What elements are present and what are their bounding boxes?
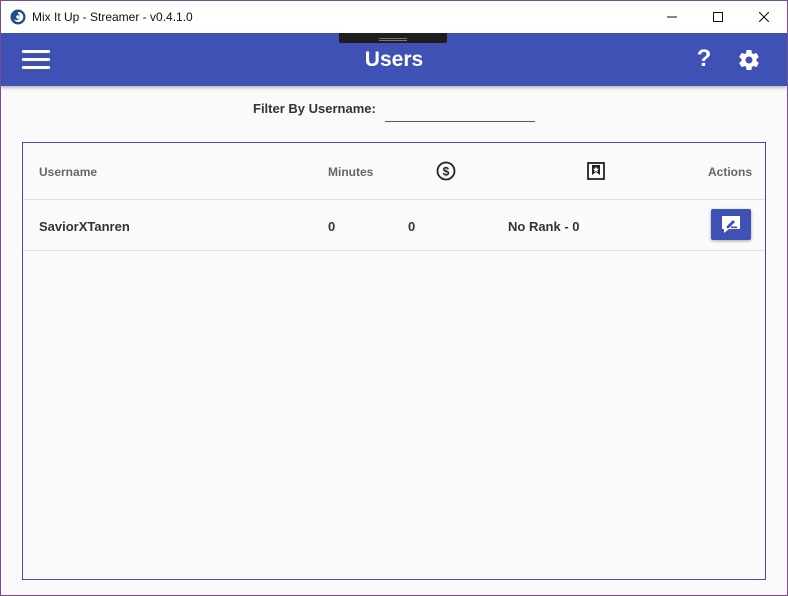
gear-icon[interactable] — [737, 48, 761, 72]
row-divider — [23, 250, 765, 251]
column-header-minutes[interactable]: Minutes — [328, 165, 373, 179]
maximize-button[interactable] — [695, 1, 741, 33]
rank-badge-icon[interactable] — [586, 161, 606, 181]
help-button[interactable]: ? — [693, 44, 715, 74]
app-logo-icon — [10, 9, 26, 25]
row-rank: No Rank - 0 — [508, 219, 580, 234]
header-divider — [23, 199, 765, 200]
drag-handle[interactable] — [339, 33, 447, 43]
filter-label: Filter By Username: — [253, 101, 376, 116]
app-window: Mix It Up - Streamer - v0.4.1.0 Users ? … — [0, 0, 788, 596]
title-bar[interactable]: Mix It Up - Streamer - v0.4.1.0 — [1, 1, 787, 33]
minimize-icon — [667, 16, 677, 18]
hamburger-icon — [22, 50, 50, 53]
close-icon — [759, 12, 769, 22]
users-table: Username Minutes $ Actions SaviorXTanren… — [22, 142, 766, 580]
window-title: Mix It Up - Streamer - v0.4.1.0 — [32, 10, 193, 24]
row-minutes: 0 — [328, 219, 336, 234]
close-button[interactable] — [741, 1, 787, 33]
minimize-button[interactable] — [649, 1, 695, 33]
maximize-icon — [713, 12, 723, 22]
svg-text:$: $ — [443, 165, 450, 179]
hamburger-icon-line — [22, 66, 50, 69]
app-header: Users ? — [1, 33, 787, 86]
chat-edit-icon — [722, 215, 740, 233]
column-header-actions: Actions — [708, 165, 753, 179]
row-currency: 0 — [408, 219, 416, 234]
username-filter-input[interactable] — [385, 99, 535, 122]
hamburger-icon-line — [22, 58, 50, 61]
menu-button[interactable] — [22, 50, 50, 70]
dollar-circle-icon[interactable]: $ — [436, 161, 456, 181]
user-chat-button[interactable] — [711, 209, 751, 240]
column-header-username[interactable]: Username — [39, 165, 97, 179]
row-username: SaviorXTanren — [39, 219, 130, 234]
